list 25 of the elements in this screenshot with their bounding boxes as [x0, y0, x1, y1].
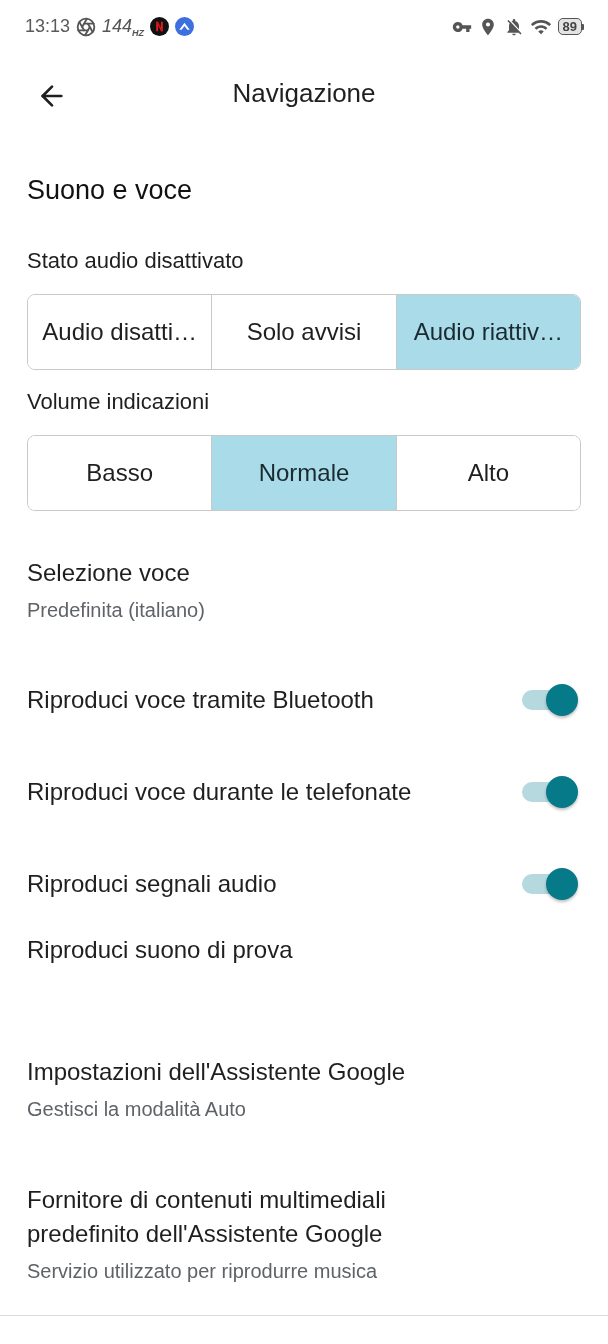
setting-subtitle: Gestisci la modalità Auto: [27, 1097, 246, 1123]
setting-subtitle: Servizio utilizzato per riprodurre musica: [27, 1259, 378, 1285]
status-time: 13:13: [25, 15, 71, 39]
setting-subtitle: Predefinita (italiano): [27, 598, 205, 624]
page-title: Navigazione: [232, 77, 376, 111]
segment-option[interactable]: Audio riattiv…: [395, 295, 580, 370]
segment-option[interactable]: Alto: [395, 436, 580, 511]
segment-option[interactable]: Normale: [211, 436, 396, 511]
toggle-switch[interactable]: [522, 868, 578, 901]
app-logo-icon: [150, 17, 170, 37]
group-label: Volume indicazioni: [27, 388, 210, 417]
setting-title: Riproduci voce tramite Bluetooth: [27, 685, 374, 716]
chevron-badge-icon: [175, 17, 195, 37]
battery-indicator: 89: [557, 18, 584, 36]
setting-title[interactable]: Riproduci suono di prova: [27, 934, 293, 967]
aperture-icon: [76, 16, 97, 37]
setting-title[interactable]: Impostazioni dell'Assistente Google: [27, 1055, 406, 1090]
group-label: Stato audio disattivato: [27, 247, 244, 276]
toggle-switch[interactable]: [522, 776, 578, 809]
setting-title[interactable]: Selezione voce: [27, 556, 190, 591]
setting-title: Riproduci voce durante le telefonate: [27, 777, 412, 808]
toggle-switch[interactable]: [522, 684, 578, 717]
setting-title: Riproduci segnali audio: [27, 869, 277, 900]
section-title: Suono e voce: [27, 174, 193, 208]
setting-title[interactable]: Fornitore di contenuti multimediali predefinito dell'Assistente Google: [27, 1183, 458, 1252]
